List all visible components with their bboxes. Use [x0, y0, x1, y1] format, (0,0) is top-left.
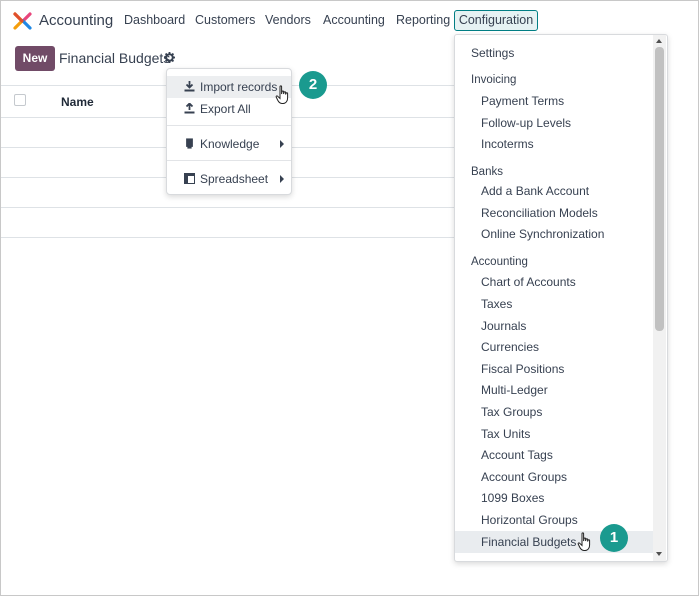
- menu-item-settings[interactable]: Settings: [455, 42, 654, 64]
- menu-item-label: Export All: [200, 102, 251, 116]
- accounting-app-logo-icon[interactable]: [13, 11, 33, 31]
- gear-icon[interactable]: [164, 52, 175, 63]
- menu-item-spreadsheet[interactable]: Spreadsheet: [167, 168, 291, 190]
- scroll-down-arrow-icon[interactable]: [656, 552, 662, 556]
- menu-item-import-records[interactable]: Import records: [167, 76, 291, 98]
- menu-item-tax-groups[interactable]: Tax Groups: [455, 401, 654, 423]
- menu-item-journals[interactable]: Journals: [455, 315, 654, 337]
- nav-customers[interactable]: Customers: [195, 13, 255, 27]
- upload-icon: [184, 103, 195, 114]
- select-all-checkbox[interactable]: [14, 94, 26, 106]
- chevron-right-icon: [280, 175, 284, 183]
- column-header-name[interactable]: Name: [61, 95, 94, 109]
- hand-pointer-cursor-icon: [275, 85, 289, 104]
- nav-accounting[interactable]: Accounting: [323, 13, 385, 27]
- menu-item-label: Spreadsheet: [200, 172, 269, 186]
- menu-item-export-all[interactable]: Export All: [167, 98, 291, 120]
- step-badge-1: 1: [600, 524, 628, 552]
- menu-item-knowledge[interactable]: Knowledge: [167, 133, 291, 155]
- menu-item-reconciliation-models[interactable]: Reconciliation Models: [455, 202, 654, 224]
- hand-pointer-cursor-icon: [577, 532, 591, 551]
- chevron-right-icon: [280, 140, 284, 148]
- menu-item-taxes[interactable]: Taxes: [455, 293, 654, 315]
- menu-divider: [167, 160, 291, 161]
- gear-actions-menu: Import records Export All Knowledge Spre…: [166, 68, 292, 195]
- menu-scrollbar-thumb[interactable]: [655, 47, 664, 331]
- section-header-accounting: Accounting: [471, 256, 528, 268]
- section-header-banks: Banks: [471, 166, 503, 178]
- menu-item-follow-up-levels[interactable]: Follow-up Levels: [455, 112, 654, 134]
- nav-dashboard[interactable]: Dashboard: [124, 13, 185, 27]
- step-badge-2: 2: [299, 71, 327, 99]
- menu-item-account-groups[interactable]: Account Groups: [455, 466, 654, 488]
- menu-item-fiscal-positions[interactable]: Fiscal Positions: [455, 358, 654, 380]
- menu-divider: [167, 125, 291, 126]
- new-button[interactable]: New: [15, 46, 55, 71]
- menu-item-account-tags[interactable]: Account Tags: [455, 444, 654, 466]
- configuration-menu: Settings Invoicing Payment Terms Follow-…: [454, 34, 668, 562]
- section-header-invoicing: Invoicing: [471, 74, 517, 86]
- page-title: Financial Budgets: [59, 50, 171, 66]
- download-icon: [184, 81, 195, 92]
- nav-vendors[interactable]: Vendors: [265, 13, 311, 27]
- scroll-up-arrow-icon[interactable]: [656, 39, 662, 43]
- menu-item-tax-units[interactable]: Tax Units: [455, 423, 654, 445]
- menu-item-chart-of-accounts[interactable]: Chart of Accounts: [455, 271, 654, 293]
- menu-item-add-bank-account[interactable]: Add a Bank Account: [455, 180, 654, 202]
- table-row: [1, 208, 456, 238]
- menu-item-1099-boxes[interactable]: 1099 Boxes: [455, 487, 654, 509]
- menu-item-payment-terms[interactable]: Payment Terms: [455, 90, 654, 112]
- menu-item-online-synchronization[interactable]: Online Synchronization: [455, 223, 654, 245]
- book-icon: [186, 138, 193, 149]
- app-name[interactable]: Accounting: [39, 12, 113, 29]
- nav-reporting[interactable]: Reporting: [396, 13, 450, 27]
- spreadsheet-icon: [184, 173, 195, 184]
- app-window: Accounting Dashboard Customers Vendors A…: [0, 0, 699, 596]
- menu-item-label: Knowledge: [200, 137, 260, 151]
- menu-item-multi-ledger[interactable]: Multi-Ledger: [455, 379, 654, 401]
- menu-item-incoterms[interactable]: Incoterms: [455, 133, 654, 155]
- menu-item-currencies[interactable]: Currencies: [455, 336, 654, 358]
- nav-configuration[interactable]: Configuration: [454, 10, 538, 31]
- menu-item-label: Import records: [200, 80, 278, 94]
